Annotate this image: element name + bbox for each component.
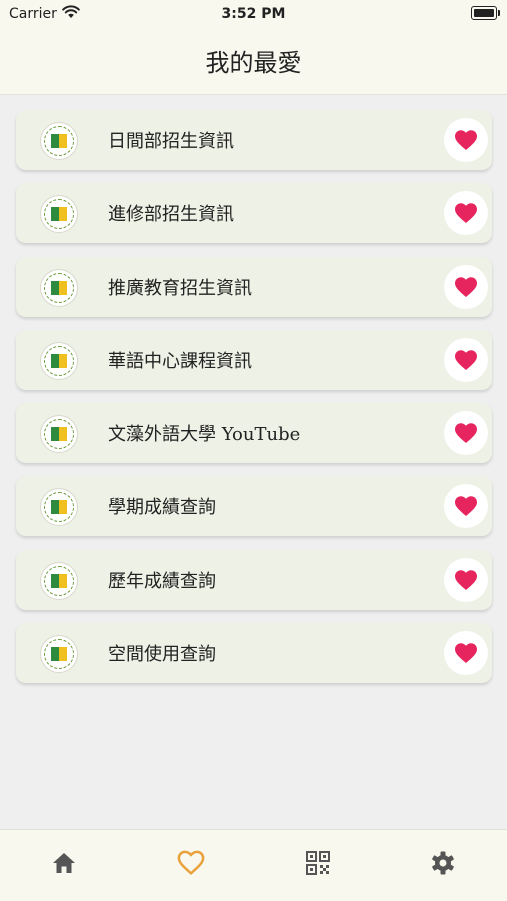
- school-logo-icon: [40, 635, 78, 674]
- favorite-toggle-button[interactable]: [444, 264, 488, 309]
- favorite-item[interactable]: 歷年成績查詢: [16, 549, 492, 610]
- favorite-item-label: 歷年成績查詢: [108, 570, 216, 592]
- favorite-item[interactable]: 進修部招生資訊: [16, 183, 492, 244]
- heart-icon: [455, 350, 477, 370]
- favorite-item-label: 華語中心課程資訊: [108, 350, 252, 372]
- heart-icon: [455, 569, 477, 590]
- favorite-item-label: 日間部招生資訊: [108, 131, 234, 152]
- school-logo-icon: [40, 415, 78, 454]
- heart-icon: [455, 276, 477, 297]
- school-logo-icon: [40, 341, 78, 380]
- heart-outline-icon: [177, 850, 205, 876]
- favorite-toggle-button[interactable]: [444, 557, 488, 602]
- favorite-item-label: 推廣教育招生資訊: [108, 277, 252, 299]
- heart-icon: [455, 643, 477, 664]
- favorite-item[interactable]: 文藻外語大學 YouTube: [16, 403, 492, 464]
- favorite-item[interactable]: 空間使用查詢: [16, 623, 492, 684]
- favorite-toggle-button[interactable]: [444, 411, 488, 456]
- status-time: 3:52 PM: [221, 6, 286, 22]
- tab-home[interactable]: [49, 848, 79, 878]
- tab-favorites[interactable]: [176, 848, 206, 878]
- status-bar: Carrier 3:52 PM: [0, 0, 507, 28]
- favorite-item[interactable]: 日間部招生資訊: [16, 110, 492, 170]
- school-logo-icon: [40, 122, 78, 160]
- favorites-list: 日間部招生資訊 進修部招生資訊 推廣教育招生資訊 華語中心課程資訊文藻外語大學 You…: [16, 110, 492, 696]
- heart-icon: [455, 203, 477, 224]
- favorite-toggle-button[interactable]: [444, 631, 488, 676]
- favorite-item-label: 學期成績查詢: [108, 497, 216, 519]
- school-logo-icon: [40, 488, 78, 527]
- favorite-toggle-button[interactable]: [444, 337, 488, 382]
- favorite-toggle-button[interactable]: [444, 191, 488, 236]
- qr-code-icon: [306, 851, 330, 875]
- tab-settings[interactable]: [428, 848, 458, 878]
- school-logo-icon: [40, 561, 78, 600]
- nav-bar: 我的最愛: [0, 28, 507, 95]
- heart-icon: [455, 130, 477, 150]
- favorite-toggle-button[interactable]: [444, 118, 488, 162]
- school-logo-icon: [40, 268, 78, 307]
- favorite-item-label: 進修部招生資訊: [108, 204, 234, 226]
- heart-icon: [455, 423, 477, 444]
- favorite-item[interactable]: 華語中心課程資訊: [16, 329, 492, 390]
- favorite-item-label: 空間使用查詢: [108, 644, 216, 666]
- home-icon: [53, 853, 75, 873]
- tab-bar: [0, 829, 507, 901]
- favorite-item[interactable]: 學期成績查詢: [16, 476, 492, 537]
- heart-icon: [455, 496, 477, 517]
- school-logo-icon: [40, 195, 78, 234]
- battery-icon: [471, 6, 500, 20]
- favorite-toggle-button[interactable]: [444, 484, 488, 529]
- tab-qr-scan[interactable]: [303, 848, 333, 878]
- favorite-item-label: 文藻外語大學 YouTube: [108, 424, 301, 446]
- favorite-item[interactable]: 推廣教育招生資訊: [16, 256, 492, 317]
- gear-icon: [432, 851, 454, 875]
- page-title: 我的最愛: [205, 49, 302, 77]
